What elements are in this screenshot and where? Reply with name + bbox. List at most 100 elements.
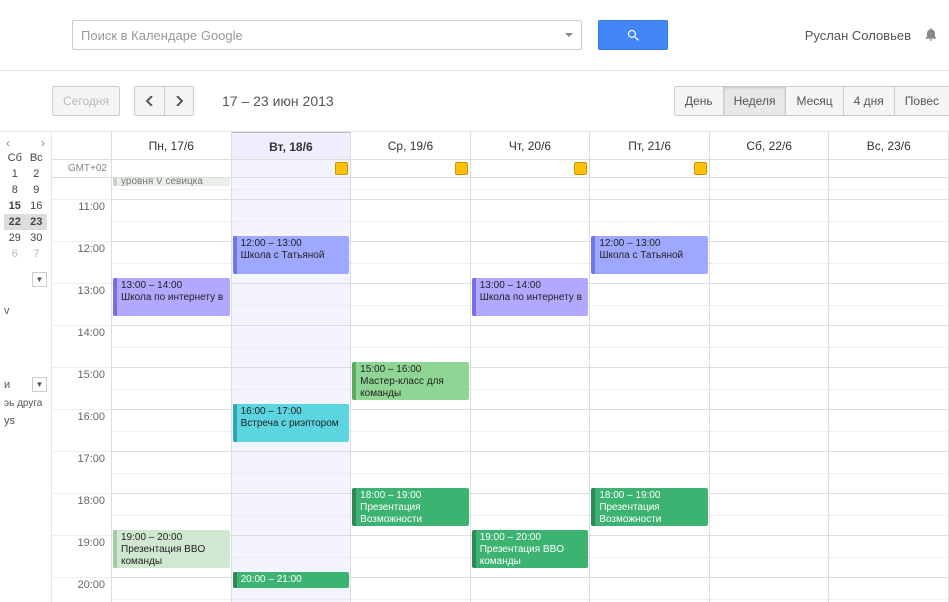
event[interactable]: 19:00 – 20:00 Презентация BBO команды — [113, 530, 230, 568]
sidebar-text: эь друга — [4, 398, 47, 409]
event[interactable]: 18:00 – 19:00 Презентация Возможности — [591, 488, 708, 526]
event-time: 12:00 – 13:00 — [599, 238, 704, 250]
mini-next-icon[interactable]: › — [41, 136, 45, 150]
mini-day[interactable]: 1 — [4, 166, 26, 182]
mini-cal-row[interactable]: 1 2 — [4, 166, 47, 182]
toolbar: Сегодня 17 – 23 июн 2013 День Неделя Мес… — [0, 70, 949, 132]
mini-cal-row[interactable]: 8 9 — [4, 182, 47, 198]
event-title: Презентация BBO команды — [480, 544, 585, 568]
event-time: 20:00 – 21:00 — [241, 574, 346, 586]
day-column-wed[interactable]: 15:00 – 16:00 Мастер-класс для команды 1… — [351, 178, 471, 602]
event-title: Школа по интернету в — [121, 292, 226, 304]
weather-icon — [455, 162, 468, 175]
event-title: Презентация BBO команды — [121, 544, 226, 568]
hour-label: 18:00 — [52, 494, 111, 536]
day-header[interactable]: Пн, 17/6 — [112, 132, 232, 159]
event[interactable]: 15:00 – 16:00 Мастер-класс для команды — [352, 362, 469, 400]
mini-day[interactable]: 7 — [26, 246, 48, 262]
prev-button[interactable] — [134, 86, 164, 116]
sidebar-dropdown[interactable]: ▼ — [32, 272, 47, 287]
hour-label: 11:00 — [52, 200, 111, 242]
event-time: 19:00 – 20:00 — [121, 532, 226, 544]
weather-icon — [335, 162, 348, 175]
allday-cell[interactable] — [112, 160, 232, 177]
hour-label: 16:00 — [52, 410, 111, 452]
event[interactable]: 13:00 – 14:00 Школа по интернету в — [113, 278, 230, 316]
event-time: 13:00 – 14:00 — [121, 280, 226, 292]
event[interactable]: 19:00 – 20:00 Презентация BBO команды — [472, 530, 589, 568]
allday-cell[interactable] — [829, 160, 949, 177]
event-time: 16:00 – 17:00 — [241, 406, 346, 418]
event-title: Школа с Татьяной — [241, 250, 346, 262]
event[interactable]: 13:00 – 14:00 Школа по интернету в — [472, 278, 589, 316]
day-column-fri[interactable]: 12:00 – 13:00 Школа с Татьяной 18:00 – 1… — [590, 178, 710, 602]
view-month[interactable]: Месяц — [785, 86, 842, 116]
day-column-mon[interactable]: уровня V севицка 13:00 – 14:00 Школа по … — [112, 178, 232, 602]
day-header[interactable]: Ср, 19/6 — [351, 132, 471, 159]
nav-arrows — [134, 86, 194, 116]
mini-day[interactable]: 16 — [26, 198, 48, 214]
search-input[interactable]: Поиск в Календаре Google — [72, 20, 582, 50]
mini-day[interactable]: 29 — [4, 230, 26, 246]
mini-day[interactable]: 23 — [26, 214, 48, 230]
event[interactable]: 16:00 – 17:00 Встреча с риэптором — [233, 404, 350, 442]
view-week[interactable]: Неделя — [723, 86, 786, 116]
sidebar-dropdown[interactable]: ▼ — [32, 377, 47, 392]
allday-cell[interactable] — [232, 160, 352, 177]
day-header[interactable]: Чт, 20/6 — [471, 132, 591, 159]
search-icon — [626, 28, 641, 43]
next-button[interactable] — [164, 86, 194, 116]
hour-label: 19:00 — [52, 536, 111, 578]
mini-prev-icon[interactable]: ‹ — [6, 136, 10, 150]
day-header[interactable]: Вс, 23/6 — [829, 132, 949, 159]
day-header[interactable]: Пт, 21/6 — [590, 132, 710, 159]
event-title: уровня V севицка — [121, 178, 203, 186]
hour-label — [52, 178, 111, 200]
hour-label: 17:00 — [52, 452, 111, 494]
mini-day[interactable]: 8 — [4, 182, 26, 198]
today-button[interactable]: Сегодня — [52, 86, 120, 116]
mini-cal-row[interactable]: 29 30 — [4, 230, 47, 246]
user-name[interactable]: Руслан Соловьев — [805, 28, 911, 43]
search-button[interactable] — [598, 20, 668, 50]
mini-cal-row[interactable]: 15 16 — [4, 198, 47, 214]
chevron-left-icon — [146, 96, 154, 106]
mini-cal-row[interactable]: 6 7 — [4, 246, 47, 262]
event[interactable]: 18:00 – 19:00 Презентация Возможности — [352, 488, 469, 526]
event-title: Мастер-класс для команды — [360, 376, 465, 400]
mini-day[interactable]: 2 — [26, 166, 48, 182]
day-header[interactable]: Сб, 22/6 — [710, 132, 830, 159]
allday-cell[interactable] — [351, 160, 471, 177]
event[interactable]: уровня V севицка — [113, 178, 230, 186]
event-time: 18:00 – 19:00 — [599, 490, 704, 502]
mini-day[interactable]: 22 — [4, 214, 26, 230]
mini-day[interactable]: 15 — [4, 198, 26, 214]
mini-day[interactable]: 6 — [4, 246, 26, 262]
mini-cal-row[interactable]: 22 23 — [4, 214, 47, 230]
search-placeholder: Поиск в Календаре Google — [81, 28, 565, 43]
view-4days[interactable]: 4 дня — [843, 86, 894, 116]
allday-cell[interactable] — [471, 160, 591, 177]
allday-cell[interactable] — [590, 160, 710, 177]
date-range: 17 – 23 июн 2013 — [222, 93, 334, 109]
allday-cell[interactable] — [710, 160, 830, 177]
view-agenda[interactable]: Повес — [894, 86, 949, 116]
event[interactable]: 12:00 – 13:00 Школа с Татьяной — [591, 236, 708, 274]
day-column-sun[interactable] — [829, 178, 949, 602]
day-header[interactable]: Вт, 18/6 — [232, 132, 352, 159]
event[interactable]: 12:00 – 13:00 Школа с Татьяной — [233, 236, 350, 274]
day-column-sat[interactable] — [710, 178, 830, 602]
sidebar-text: ys — [4, 415, 47, 427]
view-day[interactable]: День — [674, 86, 723, 116]
search-dropdown-icon[interactable] — [565, 33, 573, 37]
notifications-icon[interactable] — [923, 26, 939, 45]
search-wrap: Поиск в Календаре Google — [72, 20, 668, 50]
event[interactable]: 20:00 – 21:00 — [233, 572, 350, 588]
mini-day[interactable]: 30 — [26, 230, 48, 246]
day-column-tue[interactable]: 12:00 – 13:00 Школа с Татьяной 16:00 – 1… — [232, 178, 352, 602]
day-column-thu[interactable]: 13:00 – 14:00 Школа по интернету в 19:00… — [471, 178, 591, 602]
event-title: Презентация Возможности — [360, 502, 465, 526]
gutter-header — [52, 132, 112, 159]
mini-day[interactable]: 9 — [26, 182, 48, 198]
event-title: Школа с Татьяной — [599, 250, 704, 262]
